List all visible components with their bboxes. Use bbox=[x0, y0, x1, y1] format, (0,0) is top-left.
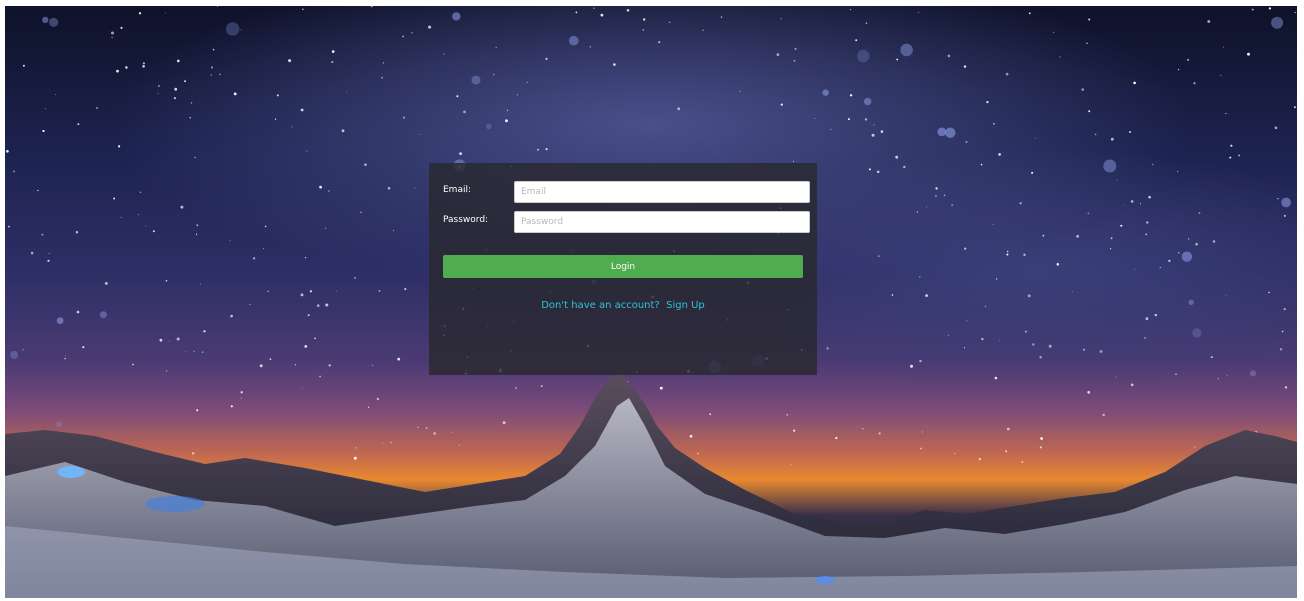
background-mountain-night-sky: Email: Password: Login Don't have an acc… bbox=[5, 6, 1297, 598]
email-row: Email: bbox=[443, 181, 810, 203]
signup-line: Don't have an account? Sign Up bbox=[429, 300, 817, 311]
password-row: Password: bbox=[443, 211, 810, 233]
login-panel: Email: Password: Login Don't have an acc… bbox=[429, 163, 817, 375]
password-input[interactable] bbox=[514, 211, 810, 233]
email-label: Email: bbox=[443, 185, 472, 195]
signup-link[interactable]: Don't have an account? Sign Up bbox=[541, 300, 705, 311]
signup-prompt: Don't have an account? bbox=[541, 300, 660, 311]
login-button[interactable]: Login bbox=[443, 255, 803, 278]
email-input[interactable] bbox=[514, 181, 810, 203]
signup-link-text: Sign Up bbox=[666, 300, 705, 311]
password-label: Password: bbox=[443, 215, 489, 225]
